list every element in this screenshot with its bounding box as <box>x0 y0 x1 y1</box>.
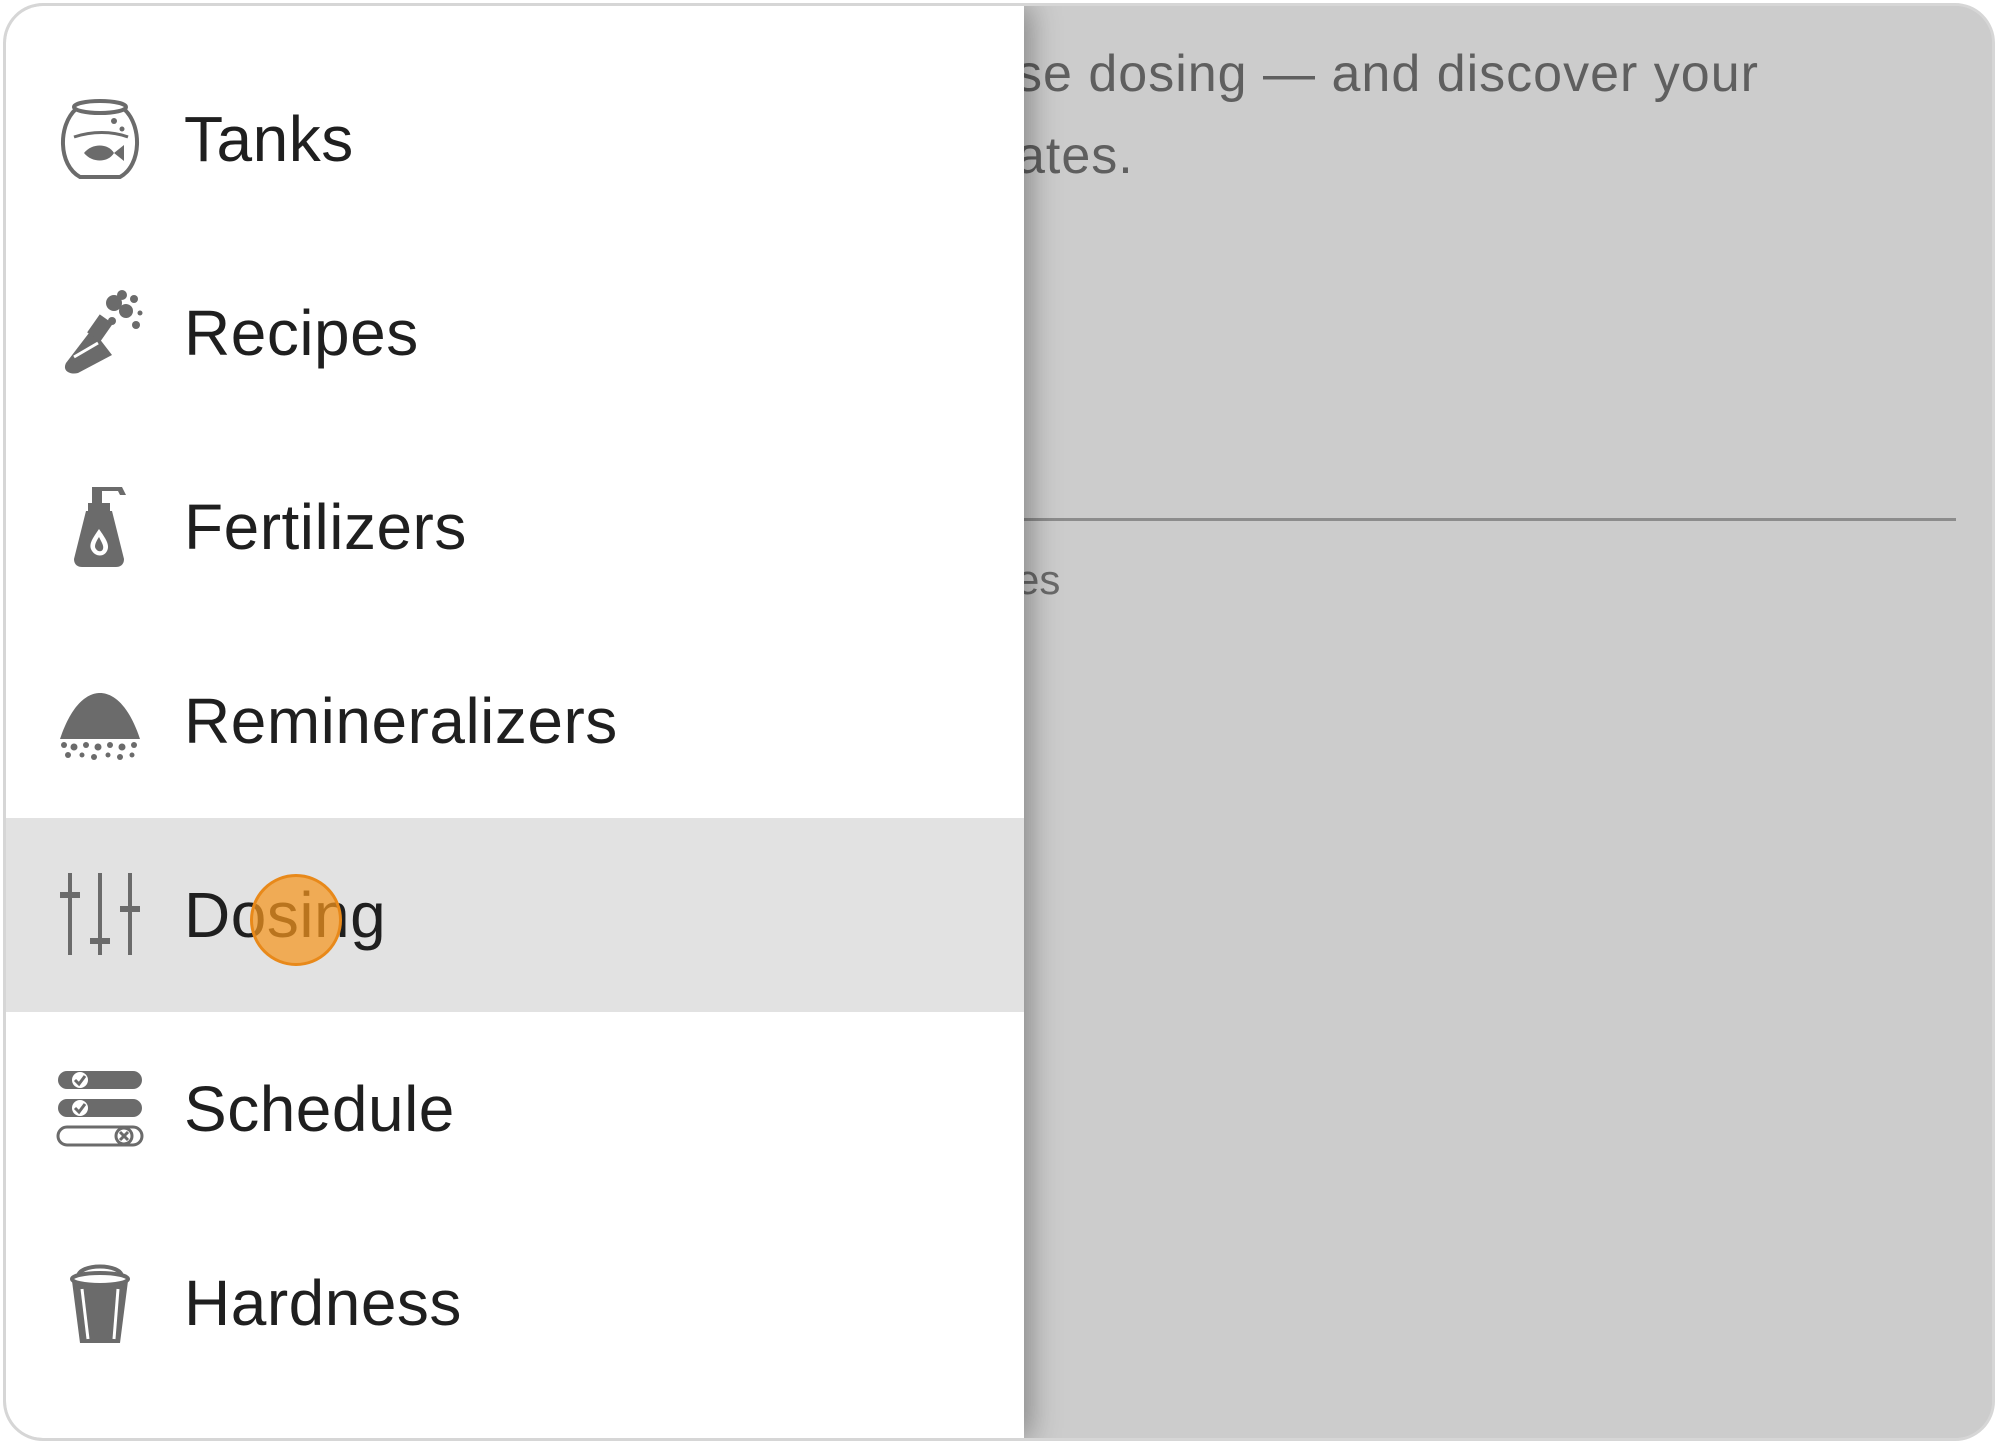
drawer-item-label: Tanks <box>184 103 354 175</box>
drawer-item-remineralizers[interactable]: Remineralizers <box>6 624 1024 818</box>
drawer-item-label: Dosing <box>184 879 387 951</box>
spray-bottle-icon <box>52 479 148 575</box>
background-divider <box>1016 518 1956 521</box>
drawer-item-label: Recipes <box>184 297 419 369</box>
drawer-item-label: Remineralizers <box>184 685 618 757</box>
checklist-icon <box>52 1061 148 1157</box>
drawer-item-dosing[interactable]: Dosing <box>6 818 1024 1012</box>
drawer-item-fertilizers[interactable]: Fertilizers <box>6 430 1024 624</box>
background-text-line: se dosing — and discover your <box>1016 45 1759 103</box>
navigation-drawer: Tanks Recipes Fertilizers Remineralizers… <box>6 6 1024 1438</box>
drawer-item-schedule[interactable]: Schedule <box>6 1012 1024 1206</box>
drawer-item-tanks[interactable]: Tanks <box>6 42 1024 236</box>
app-window: se dosing — and discover your ates. es T… <box>3 3 1995 1441</box>
sliders-icon <box>52 867 148 963</box>
background-text-line: ates. <box>1016 127 1134 185</box>
drawer-item-label: Schedule <box>184 1073 455 1145</box>
bucket-icon <box>52 1255 148 1351</box>
drawer-item-hardness[interactable]: Hardness <box>6 1206 1024 1400</box>
drawer-item-recipes[interactable]: Recipes <box>6 236 1024 430</box>
flask-icon <box>52 285 148 381</box>
drawer-item-label: Fertilizers <box>184 491 467 563</box>
powder-pile-icon <box>52 673 148 769</box>
drawer-item-label: Hardness <box>184 1267 462 1339</box>
fishbowl-icon <box>52 91 148 187</box>
